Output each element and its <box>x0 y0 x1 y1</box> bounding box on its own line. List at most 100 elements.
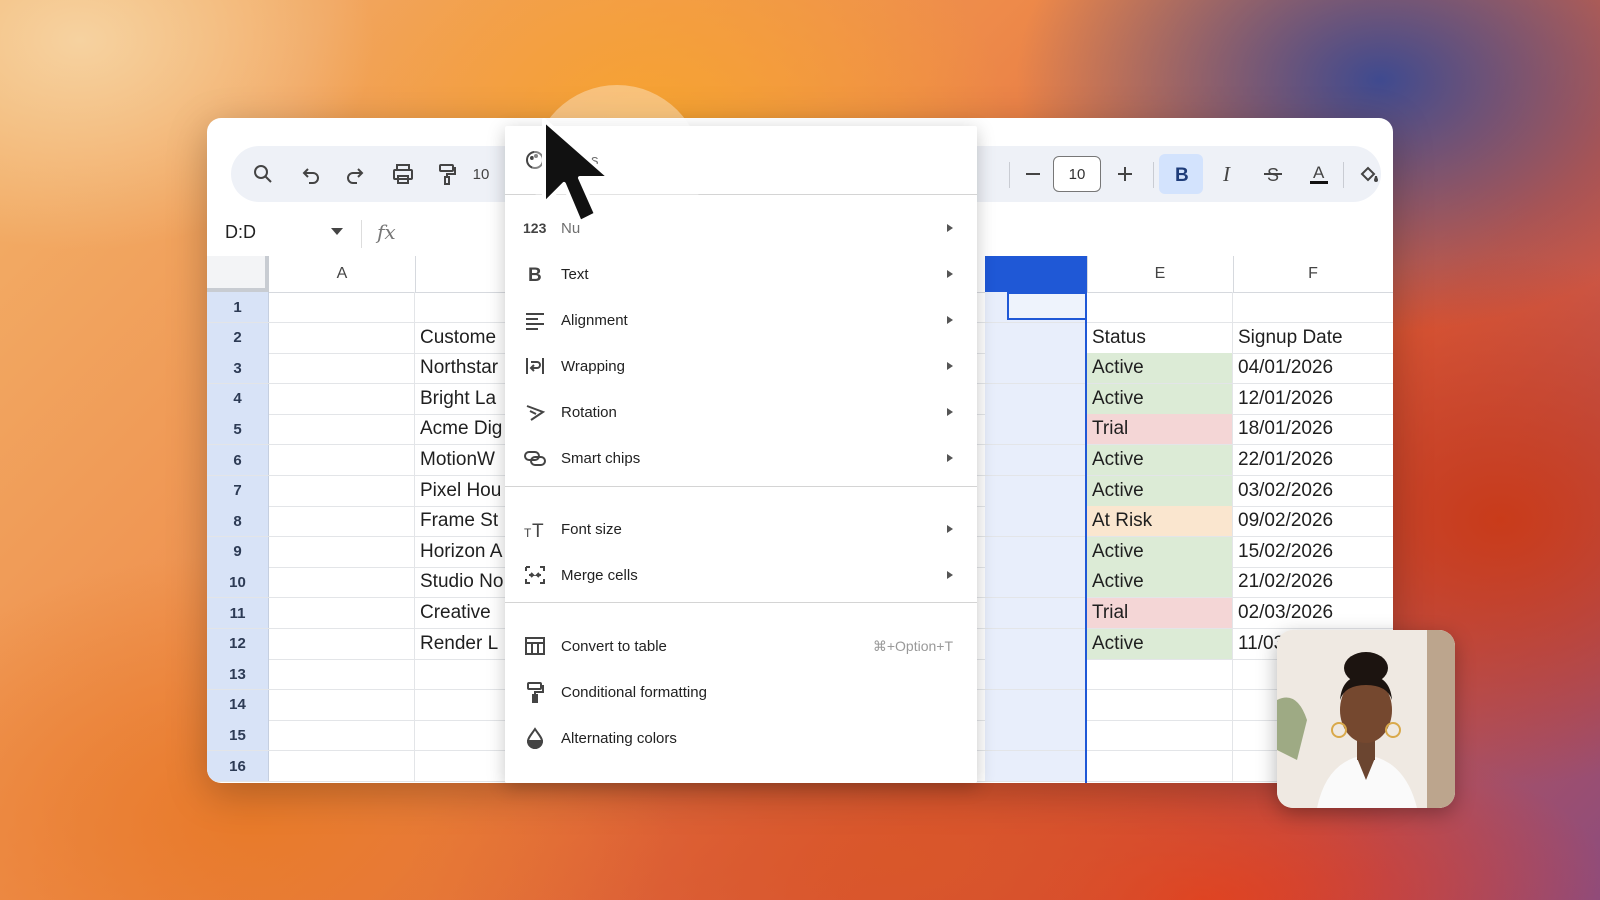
cell-customer[interactable]: Custome <box>415 322 515 353</box>
chevron-down-icon[interactable] <box>331 228 343 235</box>
cell-d[interactable] <box>985 506 1087 537</box>
cell-status[interactable] <box>1087 659 1233 690</box>
cell-signup-date[interactable]: 22/01/2026 <box>1233 445 1393 475</box>
column-header-a[interactable]: A <box>269 256 416 292</box>
cell-d[interactable] <box>985 720 1087 751</box>
cell-signup-date[interactable]: 18/01/2026 <box>1233 414 1393 444</box>
cell-a[interactable] <box>269 383 415 414</box>
cell-customer[interactable]: Bright La <box>415 383 515 414</box>
cell-status[interactable]: Active <box>1087 536 1233 567</box>
cell-a[interactable] <box>269 689 415 720</box>
cell-customer[interactable]: Render L <box>415 628 515 659</box>
row-number[interactable]: 12 <box>207 628 269 659</box>
cell-a[interactable] <box>269 598 415 628</box>
cell-a[interactable] <box>269 322 415 353</box>
cell-status[interactable] <box>1087 689 1233 720</box>
search-icon[interactable] <box>243 154 283 194</box>
row-number[interactable]: 13 <box>207 659 269 690</box>
menu-item-text[interactable]: B Text <box>505 252 977 296</box>
cell-status[interactable]: At Risk <box>1087 506 1233 537</box>
paint-format-icon[interactable] <box>427 154 467 194</box>
row-number[interactable]: 9 <box>207 536 269 567</box>
cell-status[interactable]: Trial <box>1087 414 1233 445</box>
cell-d[interactable] <box>985 628 1087 659</box>
cell-d[interactable] <box>985 322 1087 353</box>
cell-d[interactable] <box>985 751 1087 781</box>
cell-status[interactable]: Active <box>1087 567 1233 598</box>
print-icon[interactable] <box>383 154 423 194</box>
cell-d[interactable] <box>985 567 1087 598</box>
select-all-corner[interactable] <box>207 256 269 292</box>
cell-a[interactable] <box>269 751 415 781</box>
cell-status[interactable] <box>1087 292 1233 322</box>
cell-a[interactable] <box>269 628 415 659</box>
cell-d[interactable] <box>985 383 1087 414</box>
menu-item-font-size[interactable]: T T Font size <box>505 507 977 551</box>
row-number[interactable]: 10 <box>207 567 269 598</box>
column-header-b[interactable] <box>415 256 516 292</box>
cell-customer[interactable]: Studio No <box>415 567 515 598</box>
row-number[interactable]: 3 <box>207 353 269 384</box>
cell-customer[interactable]: MotionW <box>415 445 515 475</box>
text-color-icon[interactable]: A <box>1299 154 1339 194</box>
cell-status[interactable]: Active <box>1087 445 1233 475</box>
row-number[interactable]: 16 <box>207 751 269 781</box>
cell-d[interactable] <box>985 659 1087 690</box>
cell-signup-date[interactable]: 04/01/2026 <box>1233 353 1393 383</box>
column-header-f[interactable]: F <box>1233 256 1393 292</box>
menu-item-alignment[interactable]: Alignment <box>505 298 977 342</box>
cell-status[interactable]: Status <box>1087 322 1233 353</box>
cell-a[interactable] <box>269 445 415 475</box>
cell-customer[interactable]: Horizon A <box>415 536 515 567</box>
fill-color-icon[interactable] <box>1349 154 1389 194</box>
cell-customer[interactable]: Pixel Hou <box>415 475 515 506</box>
cell-d[interactable] <box>985 414 1087 445</box>
menu-item-wrapping[interactable]: Wrapping <box>505 344 977 388</box>
menu-item-alternating-colors[interactable]: Alternating colors <box>505 716 977 760</box>
cell-customer[interactable] <box>415 751 515 781</box>
cell-customer[interactable]: Frame St <box>415 506 515 537</box>
cell-a[interactable] <box>269 659 415 690</box>
cell-signup-date[interactable]: 21/02/2026 <box>1233 567 1393 597</box>
column-header-e[interactable]: E <box>1087 256 1234 292</box>
redo-icon[interactable] <box>335 154 375 194</box>
cell-a[interactable] <box>269 475 415 506</box>
cell-a[interactable] <box>269 292 415 322</box>
cell-status[interactable] <box>1087 751 1233 781</box>
row-number[interactable]: 14 <box>207 689 269 720</box>
cell-a[interactable] <box>269 414 415 445</box>
cell-signup-date[interactable]: 12/01/2026 <box>1233 384 1393 414</box>
row-number[interactable]: 5 <box>207 414 269 445</box>
cell-d[interactable] <box>985 689 1087 720</box>
decrease-font-size-icon[interactable] <box>1013 154 1053 194</box>
row-number[interactable]: 6 <box>207 445 269 475</box>
cell-customer[interactable]: Northstar <box>415 353 515 384</box>
strikethrough-icon[interactable]: S <box>1253 154 1293 194</box>
cell-status[interactable]: Active <box>1087 383 1233 414</box>
cell-signup-date[interactable]: 02/03/2026 <box>1233 598 1393 628</box>
menu-item-merge-cells[interactable]: Merge cells <box>505 553 977 597</box>
font-size-input[interactable]: 10 <box>1053 156 1101 192</box>
undo-icon[interactable] <box>291 154 331 194</box>
name-box[interactable]: D:D <box>225 222 256 243</box>
cell-status[interactable]: Trial <box>1087 598 1233 628</box>
cell-a[interactable] <box>269 567 415 598</box>
cell-signup-date[interactable]: 03/02/2026 <box>1233 476 1393 506</box>
italic-icon[interactable]: I <box>1207 154 1247 194</box>
column-header-d[interactable] <box>985 256 1088 292</box>
row-number[interactable]: 15 <box>207 720 269 751</box>
cell-signup-date[interactable]: 15/02/2026 <box>1233 537 1393 567</box>
increase-font-size-icon[interactable] <box>1105 154 1145 194</box>
cell-customer[interactable] <box>415 689 515 720</box>
cell-d[interactable] <box>985 445 1087 475</box>
bold-icon[interactable]: B <box>1159 154 1203 194</box>
cell-customer[interactable] <box>415 659 515 690</box>
row-number[interactable]: 4 <box>207 383 269 414</box>
cell-customer[interactable] <box>415 720 515 751</box>
cell-signup-date[interactable]: 09/02/2026 <box>1233 506 1393 536</box>
zoom-selector[interactable]: 10 <box>471 154 491 194</box>
cell-customer[interactable]: Acme Dig <box>415 414 515 445</box>
cell-d[interactable] <box>985 598 1087 628</box>
row-number[interactable]: 11 <box>207 598 269 628</box>
cell-status[interactable]: Active <box>1087 353 1233 384</box>
